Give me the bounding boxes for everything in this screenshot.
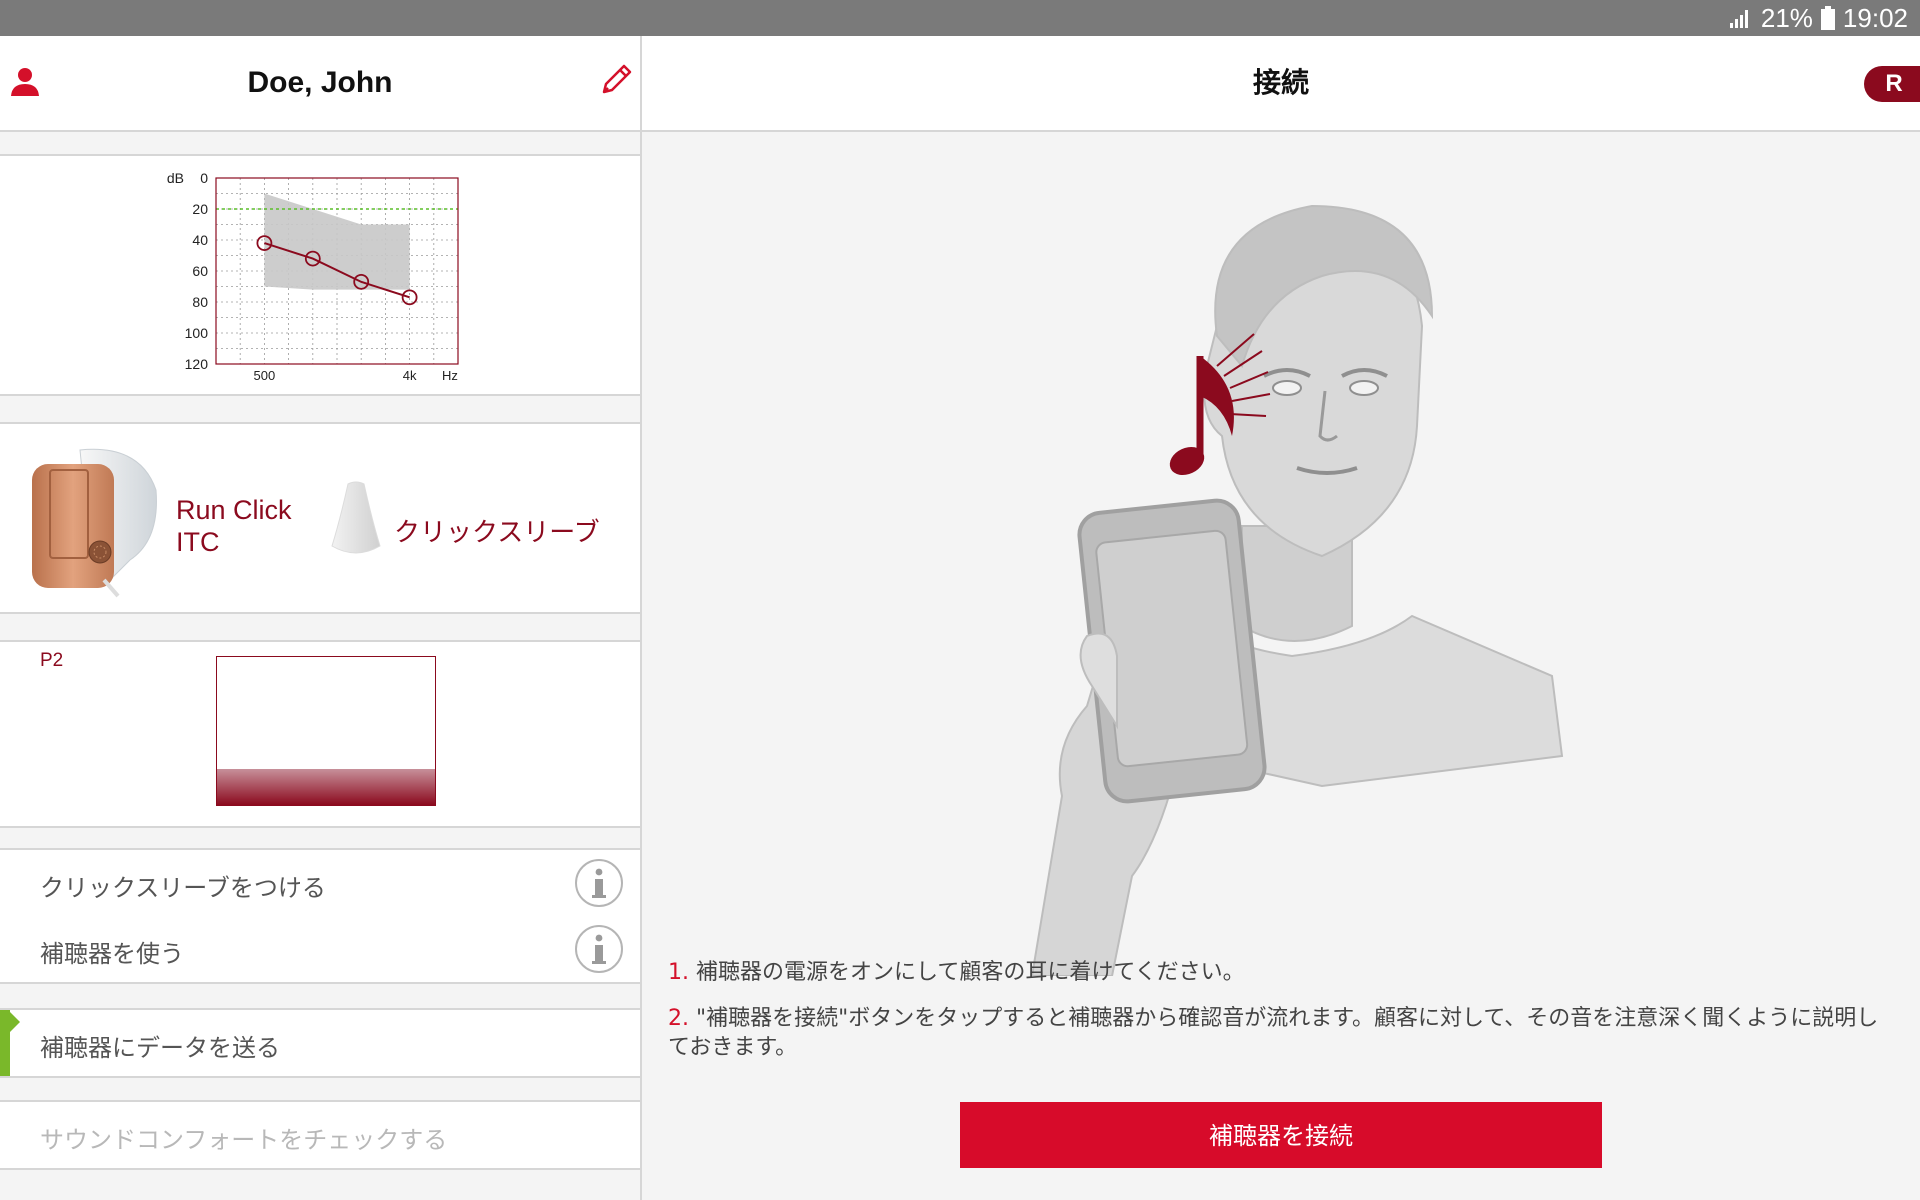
status-bar: 21% 19:02 (0, 0, 1920, 36)
step-label: 補聴器を使う (40, 940, 184, 968)
clock: 19:02 (1842, 2, 1908, 33)
click-sleeve-icon (331, 481, 381, 554)
step-label: クリックスリーブをつける (40, 874, 326, 902)
step-label: サウンドコンフォートをチェックする (40, 1126, 448, 1154)
right-panel: 接続 R 1. 補聴器の電源をオンにして顧客の耳に着けてください。 2. "補聴… (642, 36, 1920, 1200)
y-tick-label: 120 (185, 356, 209, 372)
instruction-number: 2. (668, 1006, 689, 1031)
y-tick-label: 20 (192, 201, 208, 217)
instruction-1: 1. 補聴器の電源をオンにして顧客の耳に着けてください。 (668, 958, 1898, 987)
y-unit-label: dB (167, 170, 184, 186)
battery-icon (1820, 6, 1835, 30)
signal-icon (1729, 7, 1753, 29)
device-model: Run Click ITC (176, 494, 292, 558)
y-tick-label: 80 (192, 294, 208, 310)
program-level-fill (217, 769, 435, 805)
instruction-number: 1. (668, 960, 689, 985)
step-send-data[interactable]: 補聴器にデータを送る (0, 1008, 640, 1078)
instruction-2: 2. "補聴器を接続"ボタンをタップすると補聴器から確認音が流れます。顧客に対し… (668, 1004, 1898, 1062)
audiogram-chart: 0 20 40 60 80 100 120 dB 500 4k Hz (167, 170, 459, 383)
info-icon[interactable] (574, 858, 624, 912)
patient-name: Doe, John (247, 66, 393, 99)
x-unit-label: Hz (442, 368, 458, 383)
x-tick-label: 500 (254, 368, 276, 383)
active-step-arrow-icon (10, 1012, 20, 1032)
battery-percent: 21% (1760, 2, 1813, 33)
active-step-marker (0, 1010, 10, 1076)
pencil-icon[interactable] (598, 62, 634, 102)
status-right: 21% 19:02 (1729, 0, 1908, 36)
connect-hearing-aid-button[interactable]: 補聴器を接続 (960, 1102, 1602, 1168)
patient-header: Doe, John (0, 36, 640, 132)
audiogram-card[interactable]: 0 20 40 60 80 100 120 dB 500 4k Hz (0, 154, 640, 396)
page-title: 接続 (1252, 66, 1309, 99)
y-tick-label: 60 (192, 263, 208, 279)
y-tick-label: 40 (192, 232, 208, 248)
device-model-line1: Run Click (176, 495, 292, 525)
y-tick-label: 0 (200, 170, 208, 186)
y-tick-label: 100 (185, 325, 209, 341)
instruction-text: "補聴器を接続"ボタンをタップすると補聴器から確認音が流れます。顧客に対して、そ… (668, 1006, 1879, 1060)
x-tick-label: 4k (403, 368, 417, 383)
instruction-text: 補聴器の電源をオンにして顧客の耳に着けてください。 (696, 960, 1245, 985)
right-header: 接続 R (642, 36, 1920, 132)
sleeve-label: クリックスリーブ (394, 518, 600, 548)
info-icon[interactable] (574, 924, 624, 978)
left-panel: Doe, John 0 20 40 60 80 100 120 dB 500 4k Hz (0, 36, 642, 1200)
step-label: 補聴器にデータを送る (40, 1034, 280, 1062)
device-card[interactable]: Run Click ITC クリックスリーブ (0, 422, 640, 614)
program-card[interactable]: P2 (0, 640, 640, 828)
hearing-aid-icon (32, 448, 157, 598)
person-phone-music-illustration (1030, 204, 1564, 976)
step-use-hearing-aid[interactable]: 補聴器を使う (0, 916, 640, 984)
program-label: P2 (40, 650, 64, 671)
step-attach-sleeve[interactable]: クリックスリーブをつける (0, 848, 640, 918)
step-check-sound-comfort: サウンドコンフォートをチェックする (0, 1100, 640, 1170)
device-model-line2: ITC (176, 527, 220, 557)
fit-range-area (264, 193, 410, 290)
r-badge[interactable]: R (1864, 66, 1920, 102)
program-level-box (216, 656, 436, 806)
